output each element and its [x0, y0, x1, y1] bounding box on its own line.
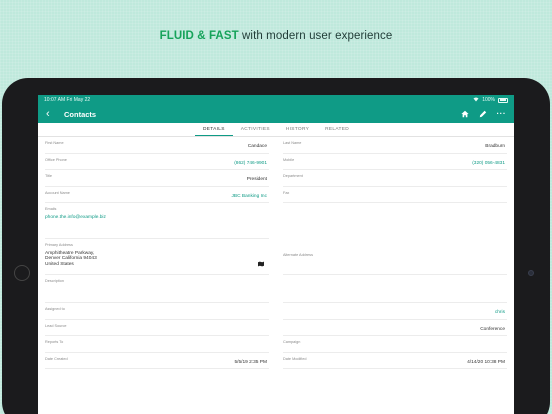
reports-to-field: Reports To [45, 336, 269, 353]
tab-bar: DETAILS ACTIVITIES HISTORY RELATED [38, 123, 514, 137]
fax-field: Fax [283, 187, 507, 203]
page-title: Contacts [64, 109, 97, 119]
map-icon[interactable] [258, 261, 264, 267]
account-name-link[interactable]: JBC Banking Inc [232, 194, 267, 199]
app-screen: 10:07 AM Fri May 22 100% ‹ Contacts ··· … [38, 95, 514, 414]
lead-source-value-field: Conference [283, 320, 507, 336]
tab-details[interactable]: DETAILS [195, 123, 233, 136]
home-icon[interactable] [460, 110, 469, 118]
mobile-field: Mobile (320) 056-4831 [283, 154, 507, 170]
pencil-icon[interactable] [479, 110, 487, 118]
status-date: Fri May 22 [66, 97, 91, 103]
camera [528, 270, 534, 276]
back-button[interactable]: ‹ [46, 108, 60, 120]
email-field: Emails phone.the.info@example.biz [45, 203, 269, 239]
mobile-link[interactable]: (320) 056-4831 [472, 161, 505, 166]
department-label: Department [283, 174, 303, 178]
email-label: Emails [45, 207, 57, 211]
tab-activities[interactable]: ACTIVITIES [233, 123, 278, 136]
office-phone-field: Office Phone (862) 746-9901 [45, 154, 269, 170]
status-time: 10:07 AM [44, 97, 66, 103]
date-created-field: Date Created 5/5/19 2:35 PM [45, 353, 269, 369]
title-value: President [246, 177, 267, 182]
empty-cell [283, 203, 507, 239]
assigned-to-link[interactable]: chris [495, 310, 505, 315]
primary-address-value: Amphitheatre Parkway, Denver California … [45, 251, 269, 267]
assigned-to-value-field: chris [283, 303, 507, 320]
headline-text: with modern user experience [242, 30, 393, 42]
primary-address-label: Primary Address [45, 243, 73, 247]
battery-percent: 100% [482, 97, 495, 103]
alternate-address-label: Alternate Address [283, 253, 313, 257]
last-name-value: Bradburn [485, 144, 505, 149]
battery-icon [498, 97, 508, 103]
reports-to-label: Reports To [45, 340, 64, 344]
lead-source-value: Conference [480, 326, 505, 332]
department-field: Department [283, 170, 507, 187]
lead-source-label: Lead Source [45, 323, 67, 328]
first-name-value: Candace [247, 144, 267, 149]
title-field: Title President [45, 170, 269, 187]
last-name-field: Last Name Bradburn [283, 137, 507, 154]
first-name-label: First Name [45, 141, 64, 145]
first-name-field: First Name Candace [45, 137, 269, 154]
date-modified-field: Date Modified 4/14/20 10:38 PM [283, 353, 507, 369]
headline-accent: FLUID & FAST [159, 30, 239, 42]
nav-bar: ‹ Contacts ··· [38, 105, 514, 123]
assigned-to-label: Assigned to [45, 307, 65, 311]
tab-history[interactable]: HISTORY [278, 123, 317, 136]
fax-label: Fax [283, 190, 290, 195]
campaign-label: Campaign [283, 340, 301, 344]
description-field: Description [45, 275, 269, 303]
date-created-value: 5/5/19 2:35 PM [234, 359, 267, 365]
lead-source-field: Lead Source [45, 320, 269, 336]
last-name-label: Last Name [283, 141, 302, 145]
office-phone-link[interactable]: (862) 746-9901 [234, 161, 267, 166]
description-label: Description [45, 279, 64, 283]
alternate-address-field: Alternate Address [283, 239, 507, 275]
more-icon[interactable]: ··· [497, 110, 507, 118]
campaign-field: Campaign [283, 336, 507, 353]
headline: FLUID & FAST with modern user experience [0, 30, 552, 42]
status-bar: 10:07 AM Fri May 22 100% [38, 95, 514, 105]
title-label: Title [45, 174, 53, 178]
description-spacer [283, 275, 507, 303]
tab-related[interactable]: RELATED [317, 123, 357, 136]
address-line-3: United States [45, 261, 74, 267]
date-modified-value: 4/14/20 10:38 PM [467, 359, 505, 365]
email-link[interactable]: phone.the.info@example.biz [45, 215, 269, 220]
home-button [14, 265, 30, 281]
wifi-icon [473, 97, 479, 104]
details-grid: First Name Candace Last Name Bradburn Of… [38, 137, 514, 369]
assigned-to-field: Assigned to [45, 303, 269, 320]
primary-address-field: Primary Address Amphitheatre Parkway, De… [45, 239, 269, 275]
account-name-field: Account Name JBC Banking Inc [45, 187, 269, 203]
